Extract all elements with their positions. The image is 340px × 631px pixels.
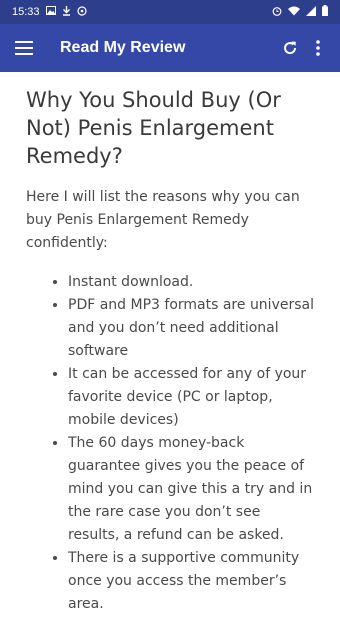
status-time: 15:33: [12, 6, 40, 18]
alarm-icon: [272, 6, 282, 19]
battery-icon: [322, 5, 328, 19]
app-bar: Read My Review: [0, 24, 340, 72]
hamburger-menu-icon[interactable]: [12, 36, 36, 60]
reasons-list: Instant download. PDF and MP3 formats ar…: [26, 271, 316, 616]
article-intro: Here I will list the reasons why you can…: [26, 189, 300, 251]
refresh-icon[interactable]: [276, 34, 304, 62]
list-item: It can be accessed for any of your favor…: [68, 363, 316, 432]
download-icon: [62, 5, 71, 19]
image-icon: [45, 6, 56, 18]
circle-icon: [76, 5, 87, 19]
app-title: Read My Review: [60, 39, 186, 56]
article-content: Why You Should Buy (Or Not) Penis Enlarg…: [0, 72, 340, 631]
list-item: Instant download.: [68, 271, 316, 294]
list-item: The 60 days money-back guarantee gives y…: [68, 432, 316, 547]
more-vertical-icon[interactable]: [304, 34, 332, 62]
list-item: There is a supportive community once you…: [68, 547, 316, 616]
list-item: PDF and MP3 formats are universal and yo…: [68, 294, 316, 363]
signal-icon: [306, 5, 316, 19]
wifi-icon: [288, 6, 300, 19]
status-right: [272, 5, 328, 19]
status-bar: 15:33: [0, 0, 340, 24]
status-left: 15:33: [12, 5, 87, 19]
article-title: Why You Should Buy (Or Not) Penis Enlarg…: [26, 88, 281, 168]
